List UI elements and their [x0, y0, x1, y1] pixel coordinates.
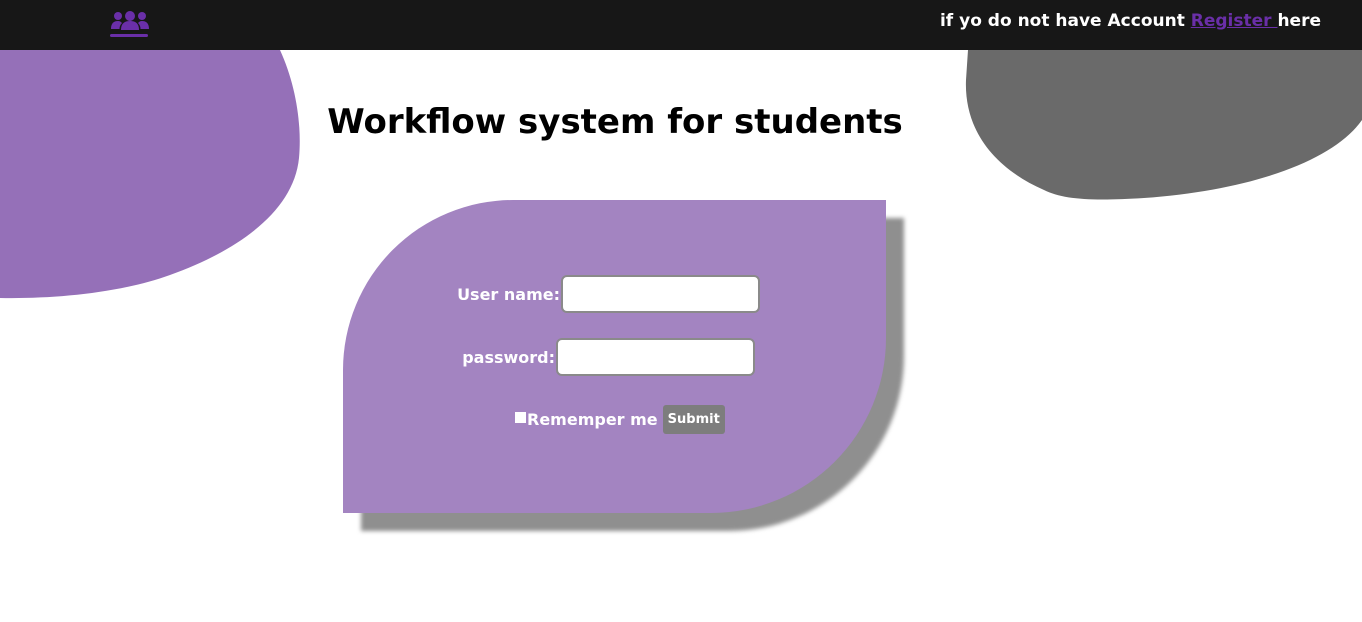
- password-input[interactable]: [556, 338, 755, 376]
- top-navbar: if yo do not have Account Register here: [0, 0, 1362, 50]
- username-label: User name:: [457, 285, 560, 304]
- password-label: password:: [462, 348, 555, 367]
- remember-me-row: Rememper me Submit: [515, 404, 725, 434]
- register-link[interactable]: Register: [1191, 11, 1278, 31]
- remember-me-label: Rememper me: [527, 409, 658, 429]
- submit-button[interactable]: Submit: [662, 404, 725, 434]
- username-input[interactable]: [561, 275, 760, 313]
- account-prompt: if yo do not have Account Register here: [940, 11, 1321, 31]
- remember-me-checkbox[interactable]: [515, 412, 526, 423]
- account-prompt-suffix: here: [1277, 11, 1321, 31]
- page-title: Workflow system for students: [327, 102, 903, 142]
- account-prompt-prefix: if yo do not have Account: [939, 11, 1191, 31]
- users-icon[interactable]: [110, 8, 150, 40]
- decorative-purple-blob: [0, 50, 300, 299]
- login-card: User name: password: Rememper me Submit: [343, 200, 886, 513]
